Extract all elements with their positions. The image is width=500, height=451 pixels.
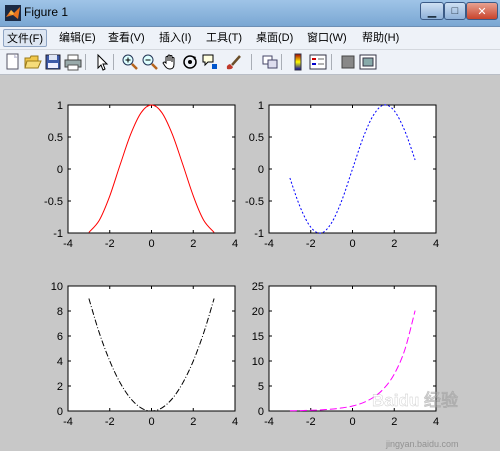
watermark-url: jingyan.baidu.com	[385, 439, 459, 449]
axes-1[interactable]: -4 -2 0 2 4 -1 -0.5 0 0.5 1	[245, 100, 439, 250]
rotate-3d-icon[interactable]	[181, 53, 199, 71]
y-tick-label: 0	[57, 406, 63, 418]
x-tick-label: 4	[232, 416, 238, 428]
y-tick-label: -1	[53, 228, 63, 240]
axes-0[interactable]: -4 -2 0 2 4 -1 -0.5 0 0.5 1	[44, 100, 238, 250]
y-tick-label: -0.5	[44, 196, 63, 208]
y-tick-label: 5	[258, 381, 264, 393]
colorbar-icon[interactable]	[289, 53, 307, 71]
menu-item-3[interactable]: 插入(I)	[156, 29, 194, 47]
figure-toolbar	[0, 50, 500, 75]
y-tick-label: 15	[252, 331, 264, 343]
new-figure-icon[interactable]	[4, 53, 22, 71]
toolbar-separator	[251, 54, 252, 70]
menu-item-2[interactable]: 查看(V)	[105, 29, 148, 47]
matlab-logo-icon	[5, 5, 21, 21]
link-plot-icon[interactable]	[261, 53, 279, 71]
x-tick-label: 2	[391, 416, 397, 428]
x-tick-label: 2	[391, 238, 397, 250]
menu-item-6[interactable]: 窗口(W)	[304, 29, 350, 47]
figure-window: Figure 1 ▁ □ ✕ 文件(F) 编辑(E) 查看(V) 插入(I) 工具(T)…	[0, 0, 500, 451]
title-bar[interactable]: Figure 1 ▁ □ ✕	[0, 0, 500, 27]
print-icon[interactable]	[64, 53, 82, 71]
zoom-in-icon[interactable]	[121, 53, 139, 71]
x-tick-label: 0	[349, 238, 355, 250]
x-tick-label: 2	[190, 416, 196, 428]
watermark-logo: Baidu 经验 jingyan.baidu.com	[372, 390, 459, 449]
x-tick-label: -4	[63, 238, 73, 250]
window-title: Figure 1	[24, 5, 69, 19]
x-tick-label: -2	[306, 238, 316, 250]
y-tick-label: 4	[57, 356, 63, 368]
y-tick-label: 6	[57, 331, 63, 343]
y-tick-label: 25	[252, 281, 264, 293]
maximize-button[interactable]: □	[444, 2, 466, 20]
toolbar-separator	[85, 54, 86, 70]
menu-item-5[interactable]: 桌面(D)	[253, 29, 296, 47]
menu-item-0[interactable]: 文件(F)	[3, 29, 48, 47]
y-tick-label: 0	[57, 164, 63, 176]
x-tick-label: 4	[433, 238, 439, 250]
maximize-icon: □	[451, 5, 459, 17]
toolbar-separator	[281, 54, 282, 70]
legend-icon[interactable]	[309, 53, 327, 71]
y-tick-label: -0.5	[245, 196, 264, 208]
x-tick-label: 2	[190, 238, 196, 250]
edit-plot-arrow-icon[interactable]	[93, 53, 111, 71]
y-tick-label: 0.5	[249, 132, 264, 144]
y-tick-label: -1	[254, 228, 264, 240]
save-icon[interactable]	[44, 53, 62, 71]
y-tick-label: 10	[51, 281, 63, 293]
axes-2[interactable]: -4 -2 0 2 4 0 2 4 6 8 10	[51, 281, 238, 428]
plot-area[interactable]	[268, 104, 437, 234]
x-tick-label: -4	[264, 238, 274, 250]
x-tick-label: 4	[433, 416, 439, 428]
menu-bar: 文件(F) 编辑(E) 查看(V) 插入(I) 工具(T) 桌面(D) 窗口(W) 帮助(H)	[0, 27, 500, 50]
x-tick-label: -2	[105, 238, 115, 250]
plot-area[interactable]	[67, 285, 236, 412]
pan-hand-icon[interactable]	[161, 53, 179, 71]
show-plot-tools-icon[interactable]	[359, 53, 377, 71]
y-tick-label: 0.5	[48, 132, 63, 144]
y-tick-label: 1	[258, 100, 264, 112]
minimize-icon: ▁	[427, 5, 437, 18]
x-tick-label: 0	[349, 416, 355, 428]
toolbar-separator	[331, 54, 332, 70]
y-tick-label: 0	[258, 406, 264, 418]
menu-item-1[interactable]: 编辑(E)	[56, 29, 99, 47]
y-tick-label: 1	[57, 100, 63, 112]
plot-area[interactable]	[67, 104, 236, 234]
toolbar-separator	[113, 54, 114, 70]
minimize-button[interactable]: ▁	[420, 2, 444, 20]
x-tick-label: -2	[306, 416, 316, 428]
menu-item-7[interactable]: 帮助(H)	[359, 29, 402, 47]
y-tick-label: 8	[57, 306, 63, 318]
menu-item-4[interactable]: 工具(T)	[203, 29, 245, 47]
x-tick-label: 0	[148, 238, 154, 250]
zoom-out-icon[interactable]	[141, 53, 159, 71]
y-tick-label: 2	[57, 381, 63, 393]
y-tick-label: 10	[252, 356, 264, 368]
watermark-text: Baidu 经验	[372, 390, 459, 410]
x-tick-label: -4	[63, 416, 73, 428]
hide-plot-tools-icon[interactable]	[339, 53, 357, 71]
close-icon: ✕	[477, 5, 487, 18]
y-tick-label: 0	[258, 164, 264, 176]
close-button[interactable]: ✕	[466, 2, 498, 20]
x-tick-label: -4	[264, 416, 274, 428]
y-tick-label: 20	[252, 306, 264, 318]
open-file-icon[interactable]	[24, 53, 42, 71]
x-tick-label: -2	[105, 416, 115, 428]
x-tick-label: 0	[148, 416, 154, 428]
x-tick-label: 4	[232, 238, 238, 250]
data-cursor-icon[interactable]	[201, 53, 219, 71]
brush-icon[interactable]	[224, 53, 242, 71]
figure-canvas[interactable]: -4 -2 0 2 4 -1 -0.5 0 0.5 1 -4 -2 0 2 4 -1 -0.5 0 0.5 1 -4 -2…	[0, 75, 500, 451]
